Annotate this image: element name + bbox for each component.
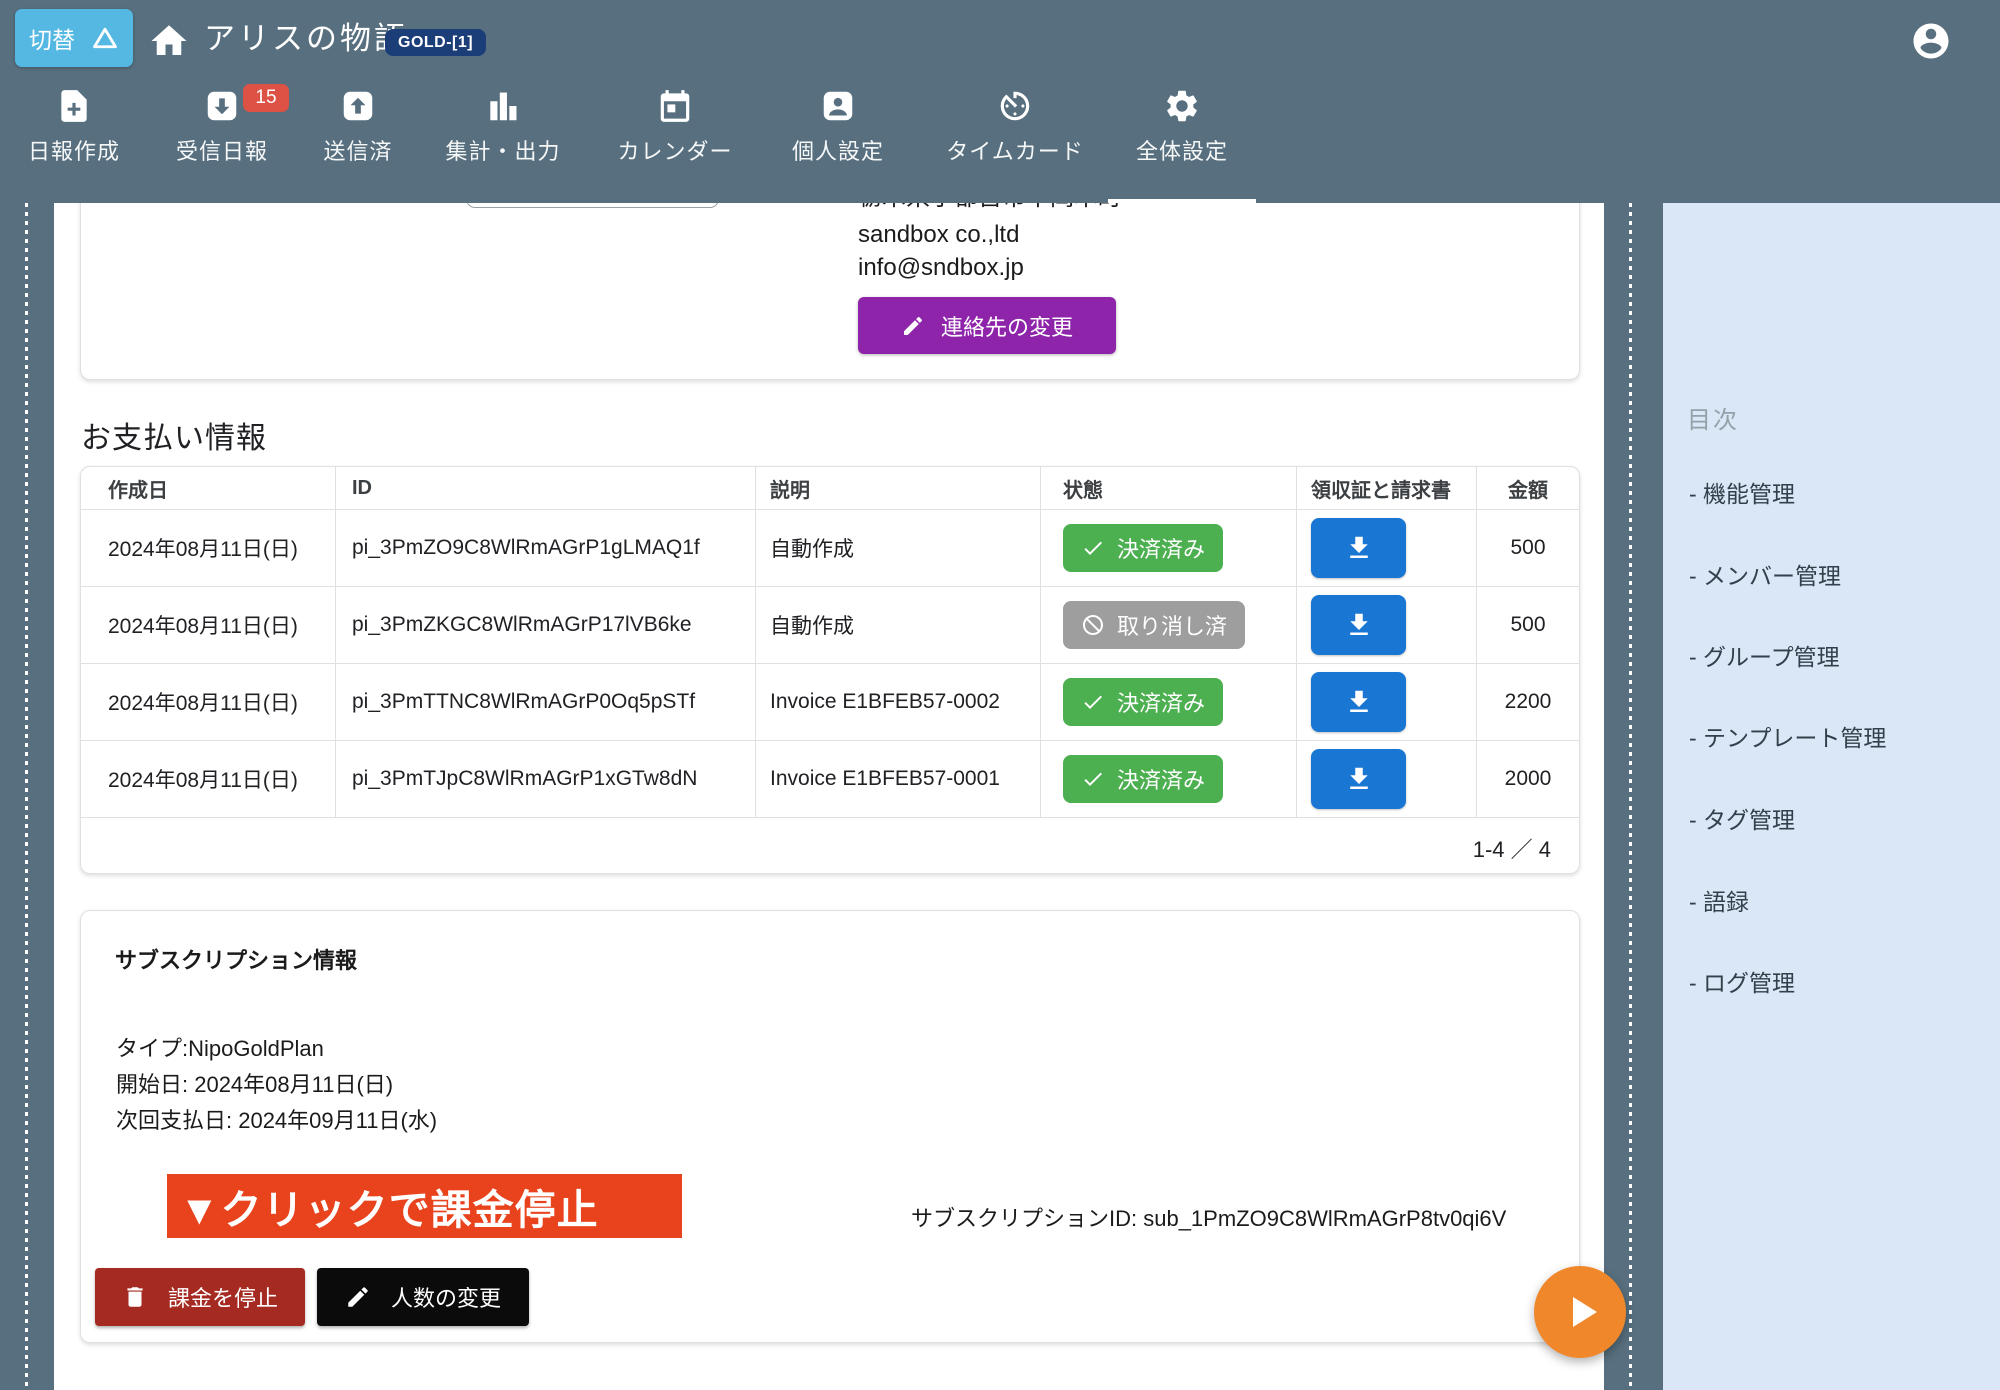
clipped-input-field[interactable] (466, 203, 719, 208)
contact-company: sandbox co.,ltd (858, 221, 1019, 249)
header-bar: 切替 アリスの物語 GOLD-[1] 日報作成 (0, 0, 2000, 203)
tab-label: 全体設定 (1072, 134, 1292, 166)
column-header: 金額 (1477, 467, 1579, 509)
switch-account-button[interactable]: 切替 (15, 9, 133, 67)
pencil-icon (345, 1284, 371, 1310)
table-row: 2024年08月11日(日) pi_3PmZKGC8WlRmAGrP17lVB6… (81, 587, 1579, 664)
column-header: 作成日 (81, 467, 336, 509)
status-badge: 決済済み (1063, 524, 1223, 572)
tab-global-settings[interactable]: 全体設定 (1072, 86, 1292, 166)
main-content: 栃木県宇都宮市中岡本町 sandbox co.,ltd info@sndbox.… (54, 203, 1604, 1390)
download-icon (1344, 687, 1374, 717)
change-seats-button[interactable]: 人数の変更 (317, 1268, 529, 1326)
check-icon (1081, 690, 1105, 714)
left-dotted-guide (25, 203, 28, 1390)
app-root: 切替 アリスの物語 GOLD-[1] 日報作成 (0, 0, 2000, 1390)
unread-count-badge: 15 (243, 84, 289, 112)
column-header: 状態 (1041, 467, 1297, 509)
check-icon (1081, 767, 1105, 791)
next-fab-button[interactable] (1534, 1266, 1626, 1358)
stop-billing-label: 課金を停止 (168, 1281, 278, 1313)
cell-id: pi_3PmZO9C8WlRmAGrP1gLMAQ1f (336, 510, 756, 586)
account-circle-icon[interactable] (1910, 20, 1952, 62)
cell-id: pi_3PmZKGC8WlRmAGrP17lVB6ke (336, 587, 756, 663)
active-tab-indicator (1108, 199, 1256, 203)
switch-button-label: 切替 (29, 21, 75, 55)
cell-date: 2024年08月11日(日) (81, 741, 336, 817)
stop-billing-banner[interactable]: ▼クリックで課金停止 (167, 1174, 682, 1238)
toc-sidebar: 目次 - 機能管理 - メンバー管理 - グループ管理 - テンプレート管理 -… (1663, 203, 2000, 1390)
toc-item-glossary[interactable]: - 語録 (1689, 883, 1749, 917)
cell-amount: 2200 (1477, 664, 1579, 740)
status-badge: 決済済み (1063, 678, 1223, 726)
cell-id: pi_3PmTJpC8WlRmAGrP1xGTw8dN (336, 741, 756, 817)
cell-amount: 500 (1477, 587, 1579, 663)
table-row: 2024年08月11日(日) pi_3PmTTNC8WlRmAGrP0Oq5pS… (81, 664, 1579, 741)
table-row: 2024年08月11日(日) pi_3PmZO9C8WlRmAGrP1gLMAQ… (81, 510, 1579, 587)
download-icon (1344, 764, 1374, 794)
payments-table: 作成日 ID 説明 状態 領収証と請求書 金額 2024年08月11日(日) p… (80, 466, 1580, 874)
download-icon (1344, 610, 1374, 640)
pagination: 1-4 ／ 4 (81, 818, 1579, 874)
status-badge: 決済済み (1063, 755, 1223, 803)
cell-date: 2024年08月11日(日) (81, 510, 336, 586)
contact-card: 栃木県宇都宮市中岡本町 sandbox co.,ltd info@sndbox.… (80, 203, 1580, 380)
download-receipt-button[interactable] (1311, 672, 1406, 732)
edit-contact-button[interactable]: 連絡先の変更 (858, 297, 1116, 354)
status-badge: 取り消し済 (1063, 601, 1245, 649)
cell-description: Invoice E1BFEB57-0001 (756, 741, 1041, 817)
cell-description: 自動作成 (756, 510, 1041, 586)
download-receipt-button[interactable] (1311, 595, 1406, 655)
payments-heading: お支払い情報 (81, 413, 267, 457)
toc-item-log-management[interactable]: - ログ管理 (1689, 964, 1795, 998)
page-title: アリスの物語 (204, 13, 408, 58)
cell-description: 自動作成 (756, 587, 1041, 663)
subscription-next-payment: 次回支払日: 2024年09月11日(水) (116, 1103, 437, 1135)
edit-contact-label: 連絡先の変更 (941, 310, 1073, 342)
pencil-icon (901, 314, 925, 338)
toc-heading: 目次 (1687, 400, 1739, 435)
contact-email: info@sndbox.jp (858, 254, 1024, 282)
cell-amount: 2000 (1477, 741, 1579, 817)
table-header-row: 作成日 ID 説明 状態 領収証と請求書 金額 (81, 467, 1579, 510)
cell-date: 2024年08月11日(日) (81, 664, 336, 740)
subscription-heading: サブスクリプション情報 (115, 943, 357, 975)
download-icon (1344, 533, 1374, 563)
home-icon[interactable] (148, 20, 192, 64)
cell-amount: 500 (1477, 510, 1579, 586)
toc-item-template-management[interactable]: - テンプレート管理 (1689, 719, 1886, 753)
subscription-type: タイプ:NipoGoldPlan (116, 1031, 324, 1063)
subscription-card: サブスクリプション情報 タイプ:NipoGoldPlan 開始日: 2024年0… (80, 910, 1580, 1343)
triangle-outline-icon (91, 24, 119, 52)
gear-icon (1072, 86, 1292, 126)
toc-item-group-management[interactable]: - グループ管理 (1689, 638, 1840, 672)
play-arrow-icon (1573, 1297, 1597, 1327)
download-receipt-button[interactable] (1311, 518, 1406, 578)
trash-icon (122, 1284, 148, 1310)
cell-date: 2024年08月11日(日) (81, 587, 336, 663)
subscription-start-date: 開始日: 2024年08月11日(日) (116, 1067, 393, 1099)
plan-badge: GOLD-[1] (385, 29, 486, 56)
column-header: 領収証と請求書 (1297, 467, 1477, 509)
check-icon (1081, 536, 1105, 560)
column-header: ID (336, 467, 756, 509)
right-dotted-guide (1629, 203, 1632, 1390)
toc-item-feature-management[interactable]: - 機能管理 (1689, 475, 1795, 509)
table-row: 2024年08月11日(日) pi_3PmTJpC8WlRmAGrP1xGTw8… (81, 741, 1579, 818)
toc-item-member-management[interactable]: - メンバー管理 (1689, 557, 1841, 591)
cell-description: Invoice E1BFEB57-0002 (756, 664, 1041, 740)
cell-id: pi_3PmTTNC8WlRmAGrP0Oq5pSTf (336, 664, 756, 740)
subscription-id: サブスクリプションID: sub_1PmZO9C8WlRmAGrP8tv0qi6… (911, 1201, 1506, 1233)
column-header: 説明 (756, 467, 1041, 509)
download-receipt-button[interactable] (1311, 749, 1406, 809)
toc-item-tag-management[interactable]: - タグ管理 (1689, 801, 1795, 835)
contact-address: 栃木県宇都宮市中岡本町 (858, 203, 1122, 212)
stop-billing-button[interactable]: 課金を停止 (95, 1268, 305, 1326)
change-seats-label: 人数の変更 (391, 1281, 501, 1313)
block-icon (1081, 613, 1105, 637)
